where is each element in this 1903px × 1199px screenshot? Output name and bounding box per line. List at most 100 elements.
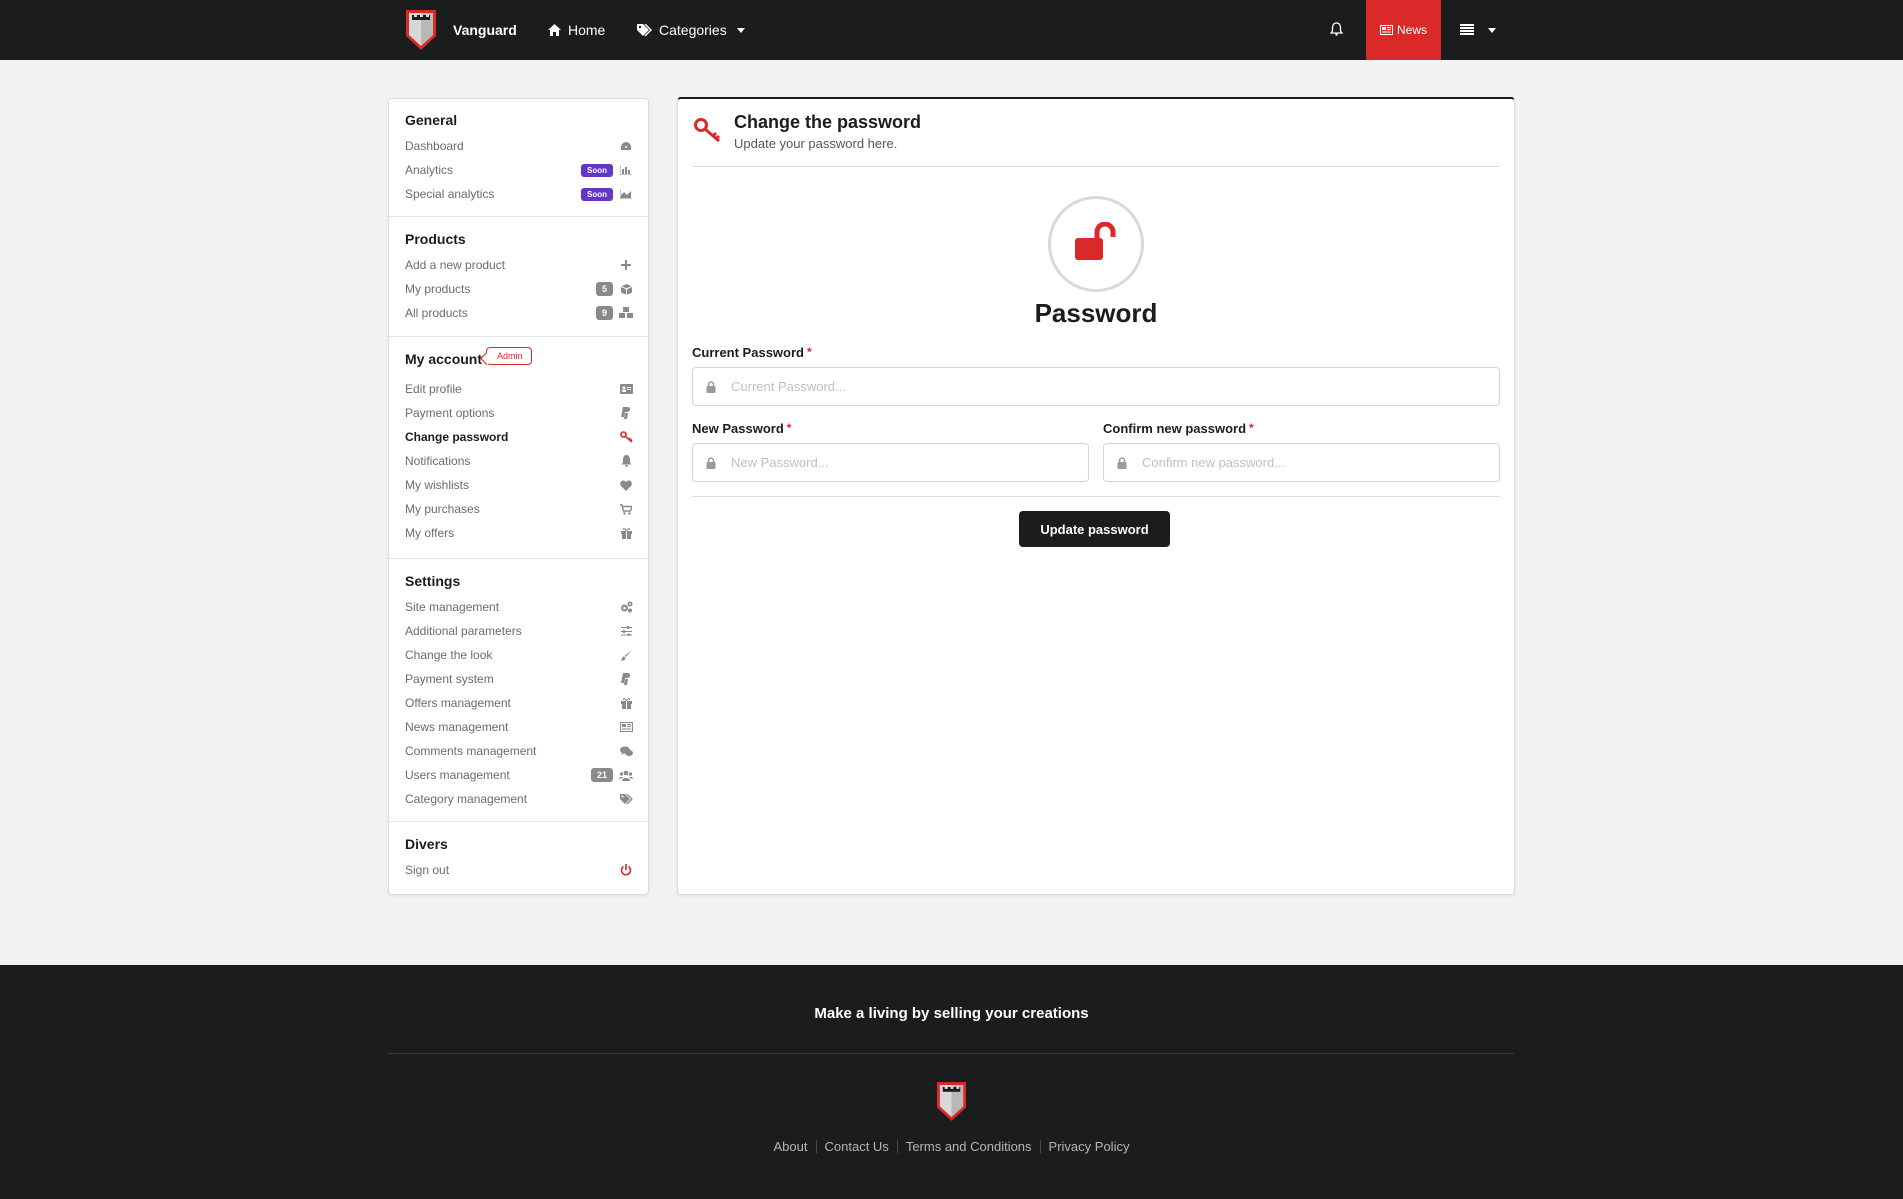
lock-icon [706, 456, 716, 474]
sidebar-item-my-offers[interactable]: My offers [405, 521, 633, 545]
footer-link-about[interactable]: About [774, 1139, 808, 1154]
current-password-label: Current Password * [692, 345, 812, 360]
section-title: Settings [405, 573, 461, 589]
newspaper-icon [1379, 25, 1393, 35]
sidebar-item-notifications[interactable]: Notifications [405, 449, 633, 473]
vanguard-shield-logo [935, 1080, 968, 1128]
sidebar-item-change-the-look[interactable]: Change the look [405, 643, 633, 667]
sidebar-item-add-product[interactable]: Add a new product [405, 253, 633, 277]
id-card-icon [619, 382, 633, 396]
home-icon [548, 24, 561, 36]
plus-icon [619, 258, 633, 272]
sidebar-item-dashboard[interactable]: Dashboard [405, 134, 633, 158]
footer: Make a living by selling your creations … [0, 965, 1903, 1199]
sidebar-item-site-management[interactable]: Site management [405, 595, 633, 619]
notifications-button[interactable] [1329, 0, 1344, 60]
page-title: Change the password [734, 112, 922, 132]
paint-brush-icon [619, 648, 633, 662]
brand-link[interactable]: Vanguard [404, 8, 517, 52]
sidebar-item-category-management[interactable]: Category management [405, 787, 633, 811]
tags-icon [637, 23, 652, 37]
bell-icon [1329, 21, 1344, 39]
nav-home[interactable]: Home [548, 0, 605, 60]
sidebar-section-my-account: My account Admin Edit profile Payment op… [389, 337, 648, 559]
sidebar-item-news-management[interactable]: News management [405, 715, 633, 739]
footer-link-terms[interactable]: Terms and Conditions [906, 1139, 1032, 1154]
sidebar-item-all-products[interactable]: All products 9 [405, 301, 633, 325]
user-menu-dropdown[interactable] [1460, 0, 1496, 60]
sidebar-item-users-management[interactable]: Users management 21 [405, 763, 633, 787]
chevron-down-icon [736, 27, 745, 33]
section-title: General [405, 112, 458, 128]
count-badge: 21 [590, 768, 613, 782]
sidebar-item-additional-parameters[interactable]: Additional parameters [405, 619, 633, 643]
area-chart-icon [619, 187, 633, 201]
admin-tag: Admin [486, 347, 532, 365]
section-title: Products [405, 231, 466, 247]
unlock-icon [1073, 221, 1119, 267]
sidebar-item-sign-out[interactable]: Sign out [405, 858, 633, 882]
page-subtitle: Update your password here. [734, 136, 898, 151]
count-badge: 9 [595, 306, 613, 320]
current-password-input[interactable] [731, 368, 1491, 405]
new-password-field [692, 443, 1089, 482]
heart-icon [619, 478, 633, 492]
sidebar-item-my-wishlists[interactable]: My wishlists [405, 473, 633, 497]
footer-tagline: Make a living by selling your creations [814, 1005, 1089, 1022]
sidebar-section-settings: Settings Site management Additional para… [389, 559, 648, 822]
new-password-input[interactable] [731, 444, 1080, 481]
cube-icon [619, 282, 633, 296]
lock-icon [706, 380, 716, 398]
paypal-icon [619, 406, 633, 420]
cart-icon [619, 502, 633, 516]
section-title: Divers [405, 836, 448, 852]
update-password-button[interactable]: Update password [1019, 511, 1170, 547]
required-asterisk: * [806, 345, 812, 359]
lock-icon [1117, 456, 1127, 474]
confirm-password-field [1103, 443, 1500, 482]
cogs-icon [619, 600, 633, 614]
sidebar-item-offers-management[interactable]: Offers management [405, 691, 633, 715]
chevron-down-icon [1488, 27, 1496, 33]
nav-home-label: Home [568, 22, 606, 38]
sidebar-item-edit-profile[interactable]: Edit profile [405, 377, 633, 401]
footer-divider [388, 1053, 1514, 1054]
count-badge: 5 [595, 282, 613, 296]
password-heading: Password [1034, 298, 1158, 328]
news-label: News [1396, 23, 1427, 37]
change-password-card: Change the password Update your password… [677, 97, 1515, 895]
separator [815, 1140, 817, 1153]
sidebar-section-divers: Divers Sign out [389, 822, 648, 893]
news-button[interactable]: News [1366, 0, 1441, 60]
sidebar-item-my-products[interactable]: My products 5 [405, 277, 633, 301]
sliders-icon [619, 624, 633, 638]
newspaper-icon [619, 720, 633, 734]
sidebar-item-payment-options[interactable]: Payment options [405, 401, 633, 425]
nav-categories-label: Categories [659, 22, 727, 38]
sidebar-section-products: Products Add a new product My products 5… [389, 217, 648, 337]
required-asterisk: * [1249, 421, 1254, 435]
required-asterisk: * [786, 421, 792, 435]
confirm-password-input[interactable] [1142, 444, 1491, 481]
gift-icon [619, 526, 633, 540]
footer-link-contact[interactable]: Contact Us [825, 1139, 889, 1154]
sidebar-item-analytics[interactable]: Analytics Soon [405, 158, 633, 182]
footer-link-privacy[interactable]: Privacy Policy [1049, 1139, 1130, 1154]
bar-chart-icon [619, 163, 633, 177]
cubes-icon [619, 306, 633, 320]
comments-icon [619, 744, 633, 758]
sidebar-item-my-purchases[interactable]: My purchases [405, 497, 633, 521]
brand-name: Vanguard [453, 22, 517, 38]
power-icon [619, 863, 633, 877]
divider [692, 496, 1500, 497]
separator [1039, 1140, 1041, 1153]
nav-categories-dropdown[interactable]: Categories [637, 0, 745, 60]
users-icon [619, 768, 633, 782]
sidebar-item-change-password[interactable]: Change password [405, 425, 633, 449]
sidebar-item-comments-management[interactable]: Comments management [405, 739, 633, 763]
paypal-icon [619, 672, 633, 686]
sidebar-section-general: General Dashboard Analytics Soon Special… [389, 99, 648, 217]
separator [896, 1140, 898, 1153]
sidebar-item-payment-system[interactable]: Payment system [405, 667, 633, 691]
sidebar-item-special-analytics[interactable]: Special analytics Soon [405, 182, 633, 206]
